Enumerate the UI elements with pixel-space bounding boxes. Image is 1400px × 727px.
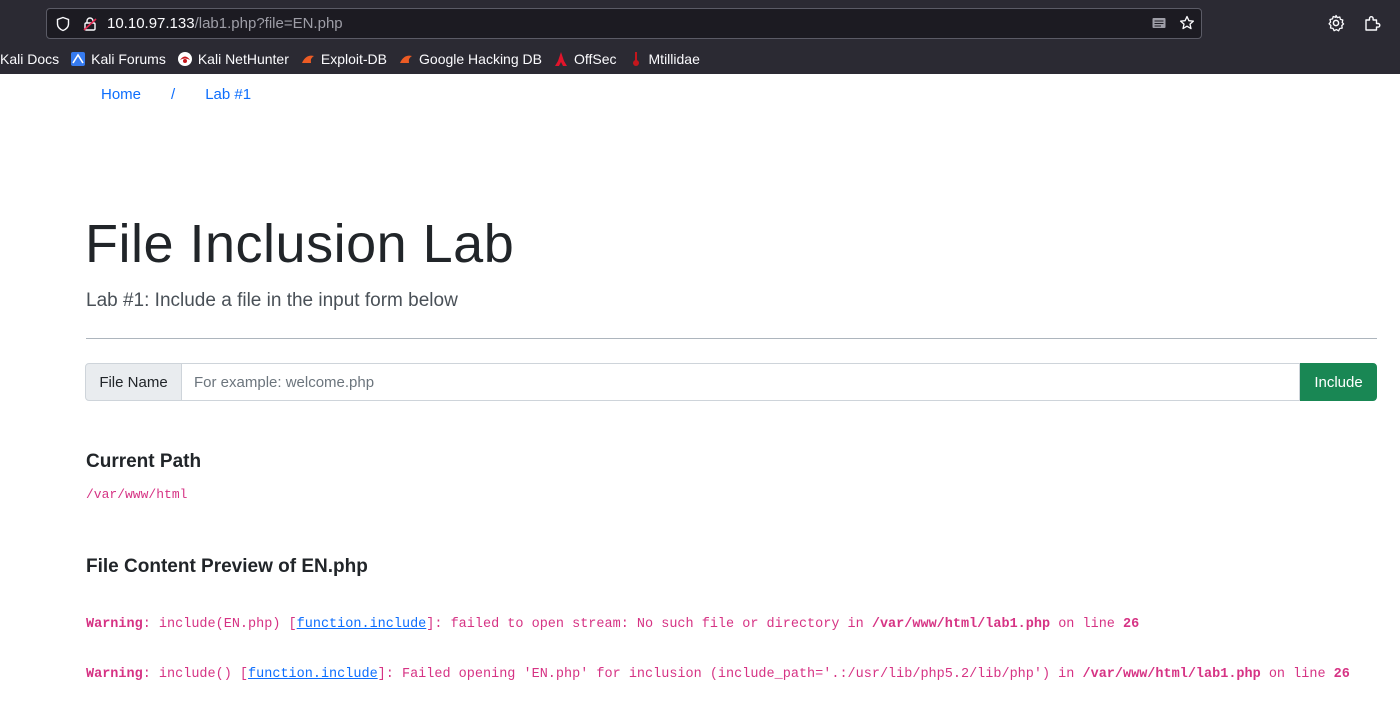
bookmark-label: Kali NetHunter (197, 51, 289, 67)
preview-heading: File Content Preview of EN.php (86, 556, 368, 578)
php-warning: Warning: include() [function.include]: F… (86, 662, 1376, 687)
settings-gear-icon[interactable] (1327, 14, 1345, 32)
warning-line: 26 (1123, 617, 1140, 632)
bookmark-label: Google Hacking DB (419, 51, 542, 67)
warning-text: on line (1050, 617, 1124, 632)
bookmark-label: OffSec (573, 51, 617, 67)
bookmark-label: Exploit-DB (320, 51, 388, 67)
bookmark-offsec[interactable]: OffSec (553, 51, 617, 67)
url-text[interactable]: 10.10.97.133/lab1.php?file=EN.php (107, 15, 343, 32)
warning-file: /var/www/html/lab1.php (871, 617, 1051, 632)
warning-file: /var/www/html/lab1.php (1082, 667, 1261, 682)
warning-text: ]: failed to open stream: No such file o… (426, 617, 872, 632)
insecure-lock-icon[interactable] (82, 16, 98, 32)
reader-view-icon[interactable] (1151, 15, 1167, 31)
url-path: /lab1.php?file=EN.php (194, 15, 343, 32)
bookmark-kali-forums[interactable]: Kali Forums (70, 51, 166, 67)
bookmark-label: Kali Forums (91, 51, 166, 67)
bookmark-label: Mtillidae (648, 51, 700, 67)
page-subtitle: Lab #1: Include a file in the input form… (86, 290, 458, 311)
file-name-label: File Name (85, 363, 182, 401)
exploit-db-icon (300, 51, 316, 67)
warning-label: Warning (86, 617, 143, 632)
current-path-heading: Current Path (86, 451, 202, 472)
bookmark-mtillidae[interactable]: Mtillidae (628, 51, 700, 67)
bookmarks-toolbar: Kali Docs Kali Forums Kali NetHunter Exp… (0, 46, 711, 72)
warning-text: on line (1260, 667, 1334, 682)
page-title: File Inclusion Lab (85, 214, 515, 274)
warning-text: : include() [ (142, 667, 249, 682)
breadcrumb-home-link[interactable]: Home (101, 86, 141, 103)
breadcrumb-current-link[interactable]: Lab #1 (205, 86, 251, 103)
file-name-input[interactable] (182, 363, 1300, 401)
bookmark-google-hacking-db[interactable]: Google Hacking DB (398, 51, 542, 67)
file-include-form: File Name Include (85, 363, 1377, 401)
offsec-icon (553, 51, 569, 67)
bookmark-kali-nethunter[interactable]: Kali NetHunter (177, 51, 289, 67)
breadcrumb-separator: / (171, 86, 176, 103)
warning-text: : include(EN.php) [ (142, 617, 297, 632)
bookmark-label: Kali Docs (0, 51, 60, 67)
kali-forums-icon (70, 51, 86, 67)
function-include-link[interactable]: function.include (297, 617, 427, 632)
bookmark-exploit-db[interactable]: Exploit-DB (300, 51, 387, 67)
warning-text: ]: Failed opening 'EN.php' for inclusion… (377, 667, 1083, 682)
extensions-puzzle-icon[interactable] (1363, 14, 1381, 32)
shield-icon[interactable] (55, 16, 71, 32)
url-host: 10.10.97.133 (107, 15, 195, 32)
address-bar[interactable]: 10.10.97.133/lab1.php?file=EN.php (46, 8, 1202, 39)
mtillidae-icon (628, 51, 644, 67)
warning-label: Warning (86, 667, 143, 682)
current-path-value: /var/www/html (86, 487, 188, 502)
bookmark-kali-docs[interactable]: Kali Docs (0, 51, 59, 67)
kali-nethunter-icon (177, 51, 193, 67)
preview-heading-prefix: File Content Preview of (86, 556, 302, 577)
browser-chrome: 10.10.97.133/lab1.php?file=EN.php Kali D… (0, 0, 1400, 74)
warning-line: 26 (1333, 667, 1350, 682)
breadcrumb: Home / Lab #1 (101, 86, 251, 103)
function-include-link[interactable]: function.include (248, 667, 378, 682)
bookmark-star-icon[interactable] (1179, 15, 1195, 31)
php-warning: Warning: include(EN.php) [function.inclu… (86, 612, 1376, 637)
include-button[interactable]: Include (1300, 363, 1377, 401)
google-hacking-db-icon (398, 51, 414, 67)
preview-filename: EN.php (301, 556, 368, 577)
divider (86, 338, 1377, 339)
